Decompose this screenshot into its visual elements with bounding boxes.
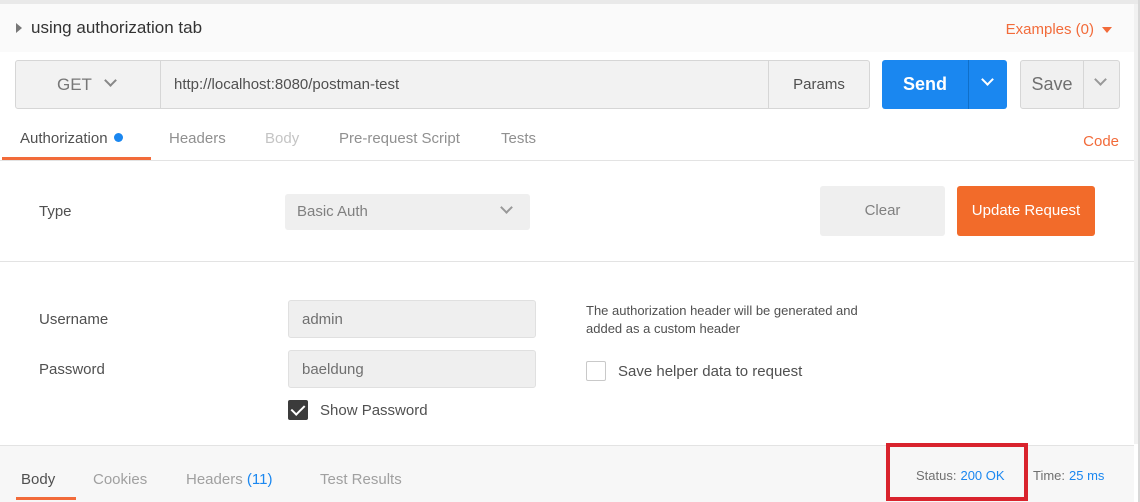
- examples-dropdown[interactable]: Examples (0): [1006, 21, 1094, 38]
- tab-pre-request-script[interactable]: Pre-request Script: [339, 130, 460, 147]
- tab-authorization[interactable]: Authorization: [20, 130, 123, 147]
- auth-type-select[interactable]: Basic Auth: [285, 194, 530, 230]
- params-button[interactable]: Params: [768, 61, 869, 108]
- response-time: Time: 25 ms: [1033, 468, 1104, 483]
- response-tab-headers-label: Headers: [186, 471, 243, 488]
- status-highlight-box: [886, 443, 1028, 501]
- code-link[interactable]: Code: [1083, 133, 1119, 150]
- tab-body[interactable]: Body: [265, 130, 299, 147]
- send-button[interactable]: Send: [882, 60, 1007, 109]
- save-options-chevron-icon[interactable]: [1094, 73, 1107, 86]
- expand-caret-icon[interactable]: [16, 23, 22, 33]
- response-bar: Body Cookies Headers (11) Test Results S…: [0, 443, 1134, 502]
- helper-text: The authorization header will be generat…: [586, 302, 886, 338]
- helper-text-line-2: added as a custom header: [586, 321, 740, 336]
- save-button[interactable]: Save: [1020, 60, 1120, 109]
- send-divider: [968, 60, 969, 109]
- password-field[interactable]: [288, 350, 536, 388]
- send-label: Send: [902, 74, 947, 94]
- auth-type-value: Basic Auth: [297, 203, 368, 220]
- request-title[interactable]: using authorization tab: [31, 18, 202, 38]
- time-value[interactable]: 25 ms: [1069, 468, 1104, 483]
- username-label: Username: [39, 311, 109, 328]
- method-select[interactable]: GET: [16, 61, 161, 108]
- request-tabs: Authorization Headers Body Pre-request S…: [0, 118, 1134, 161]
- response-tab-test-results[interactable]: Test Results: [320, 471, 402, 488]
- active-tab-indicator: [2, 157, 151, 160]
- method-label: GET: [57, 75, 92, 94]
- caret-down-icon[interactable]: [1102, 27, 1112, 33]
- send-options-chevron-icon[interactable]: [981, 73, 994, 86]
- save-helper-checkbox[interactable]: [586, 361, 606, 381]
- password-label: Password: [39, 361, 105, 378]
- clear-button[interactable]: Clear: [820, 186, 945, 236]
- time-label: Time:: [1033, 468, 1066, 483]
- url-bar: GET Params: [15, 60, 870, 109]
- show-password-label[interactable]: Show Password: [320, 402, 428, 419]
- username-field[interactable]: [288, 300, 536, 338]
- tab-authorization-label: Authorization: [20, 130, 108, 147]
- save-divider: [1083, 61, 1084, 108]
- section-divider: [0, 261, 1134, 262]
- headers-count-badge: (11): [246, 471, 273, 488]
- response-tab-body[interactable]: Body: [21, 471, 55, 488]
- url-input[interactable]: [161, 61, 768, 108]
- scrollbar-track[interactable]: [1134, 4, 1138, 444]
- postman-request-panel: using authorization tab Examples (0) GET…: [0, 0, 1140, 502]
- response-tab-headers[interactable]: Headers (11): [186, 471, 272, 488]
- save-label: Save: [1031, 74, 1073, 94]
- show-password-checkbox[interactable]: [288, 400, 308, 420]
- response-tab-cookies[interactable]: Cookies: [93, 471, 147, 488]
- chevron-down-icon: [104, 74, 117, 87]
- chevron-down-icon: [500, 201, 513, 214]
- active-response-tab-indicator: [16, 497, 76, 500]
- tab-tests[interactable]: Tests: [501, 130, 536, 147]
- tab-headers[interactable]: Headers: [169, 130, 226, 147]
- update-request-button[interactable]: Update Request: [957, 186, 1095, 236]
- helper-text-line-1: The authorization header will be generat…: [586, 303, 858, 318]
- save-helper-label[interactable]: Save helper data to request: [618, 363, 802, 380]
- type-label: Type: [39, 203, 72, 220]
- request-title-row: using authorization tab Examples (0): [0, 4, 1134, 52]
- modified-dot-icon: [113, 133, 123, 142]
